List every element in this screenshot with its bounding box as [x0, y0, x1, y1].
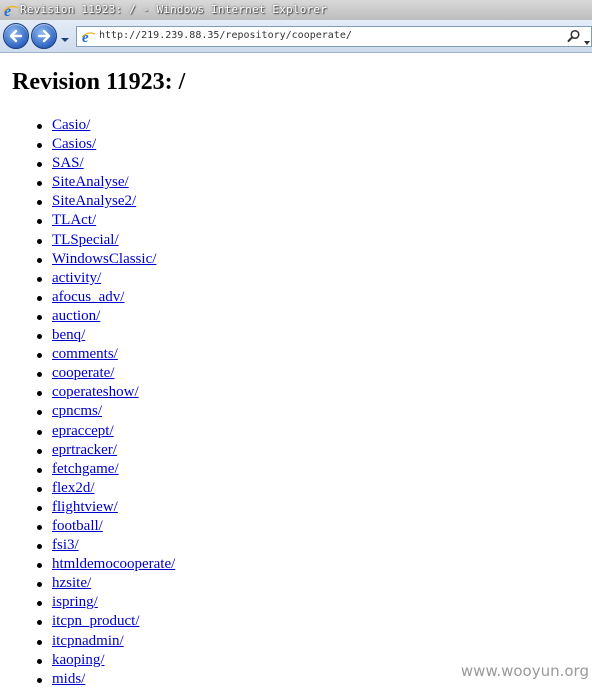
directory-link[interactable]: TLAct/ [52, 212, 96, 228]
directory-link[interactable]: fsi3/ [52, 537, 79, 553]
directory-link[interactable]: TLSpecial/ [52, 232, 119, 248]
page-title: Revision 11923: / [12, 69, 186, 95]
svg-text:e: e [82, 30, 89, 44]
directory-link[interactable]: cpncms/ [52, 403, 102, 419]
list-item: mids/ [36, 670, 175, 689]
window-title: Revision 11923: / - Windows Internet Exp… [20, 3, 328, 16]
directory-link[interactable]: SAS/ [52, 155, 84, 171]
list-item: fetchgame/ [36, 460, 175, 479]
list-item: eprtracker/ [36, 441, 175, 460]
directory-link[interactable]: afocus_adv/ [52, 289, 124, 305]
recent-pages-dropdown[interactable] [60, 32, 70, 42]
list-item: auction/ [36, 307, 175, 326]
directory-link[interactable]: htmldemocooperate/ [52, 556, 175, 572]
directory-link[interactable]: Casio/ [52, 117, 90, 133]
list-item: flightview/ [36, 498, 175, 517]
forward-arrow-icon [37, 29, 51, 43]
directory-link[interactable]: cooperate/ [52, 365, 114, 381]
list-item: comments/ [36, 345, 175, 364]
directory-link[interactable]: ispring/ [52, 594, 98, 610]
list-item: activity/ [36, 269, 175, 288]
directory-link[interactable]: kaoping/ [52, 652, 105, 668]
directory-link[interactable]: fetchgame/ [52, 461, 119, 477]
list-item: Casio/ [36, 116, 175, 135]
url-text[interactable]: http://219.239.88.35/repository/cooperat… [99, 30, 352, 41]
list-item: SiteAnalyse/ [36, 173, 175, 192]
list-item: benq/ [36, 326, 175, 345]
directory-link[interactable]: football/ [52, 518, 103, 534]
chevron-down-icon [61, 38, 69, 42]
back-arrow-icon [9, 29, 23, 43]
list-item: epraccept/ [36, 422, 175, 441]
list-item: hzsite/ [36, 574, 175, 593]
directory-link[interactable]: comments/ [52, 346, 118, 362]
search-icon[interactable] [567, 29, 581, 43]
navigation-toolbar: e http://219.239.88.35/repository/cooper… [0, 20, 592, 53]
list-item: football/ [36, 517, 175, 536]
directory-link[interactable]: eprtracker/ [52, 442, 117, 458]
directory-link[interactable]: flightview/ [52, 499, 118, 515]
list-item: itcpnadmin/ [36, 632, 175, 651]
list-item: Casios/ [36, 135, 175, 154]
directory-link[interactable]: epraccept/ [52, 423, 114, 439]
list-item: flex2d/ [36, 479, 175, 498]
ie-logo-icon: e [3, 2, 19, 20]
list-item: fsi3/ [36, 536, 175, 555]
list-item: htmldemocooperate/ [36, 555, 175, 574]
list-item: itcpn_product/ [36, 612, 175, 631]
directory-link[interactable]: itcpnadmin/ [52, 633, 124, 649]
directory-link[interactable]: coperateshow/ [52, 384, 139, 400]
back-button[interactable] [3, 23, 29, 49]
address-dropdown-icon[interactable] [584, 33, 590, 45]
list-item: afocus_adv/ [36, 288, 175, 307]
forward-button[interactable] [31, 23, 57, 49]
list-item: cpncms/ [36, 402, 175, 421]
list-item: SiteAnalyse2/ [36, 192, 175, 211]
directory-link[interactable]: itcpn_product/ [52, 613, 139, 629]
directory-link[interactable]: auction/ [52, 308, 100, 324]
list-item: TLSpecial/ [36, 231, 175, 250]
directory-link[interactable]: hzsite/ [52, 575, 91, 591]
directory-link[interactable]: flex2d/ [52, 480, 95, 496]
directory-link[interactable]: activity/ [52, 270, 101, 286]
list-item: ispring/ [36, 593, 175, 612]
list-item: TLAct/ [36, 211, 175, 230]
directory-listing: Casio/Casios/SAS/SiteAnalyse/SiteAnalyse… [36, 116, 175, 689]
list-item: WindowsClassic/ [36, 250, 175, 269]
directory-link[interactable]: benq/ [52, 327, 85, 343]
list-item: coperateshow/ [36, 383, 175, 402]
directory-link[interactable]: SiteAnalyse2/ [52, 193, 136, 209]
address-bar[interactable]: e http://219.239.88.35/repository/cooper… [76, 26, 592, 47]
directory-link[interactable]: SiteAnalyse/ [52, 174, 129, 190]
ie-page-icon: e [80, 28, 96, 46]
page-content: Revision 11923: / Casio/Casios/SAS/SiteA… [0, 53, 592, 687]
list-item: SAS/ [36, 154, 175, 173]
directory-link[interactable]: mids/ [52, 671, 85, 687]
list-item: kaoping/ [36, 651, 175, 670]
watermark: www.wooyun.org [460, 662, 589, 680]
title-bar: e Revision 11923: / - Windows Internet E… [0, 0, 592, 21]
list-item: cooperate/ [36, 364, 175, 383]
directory-link[interactable]: WindowsClassic/ [52, 251, 156, 267]
directory-link[interactable]: Casios/ [52, 136, 96, 152]
